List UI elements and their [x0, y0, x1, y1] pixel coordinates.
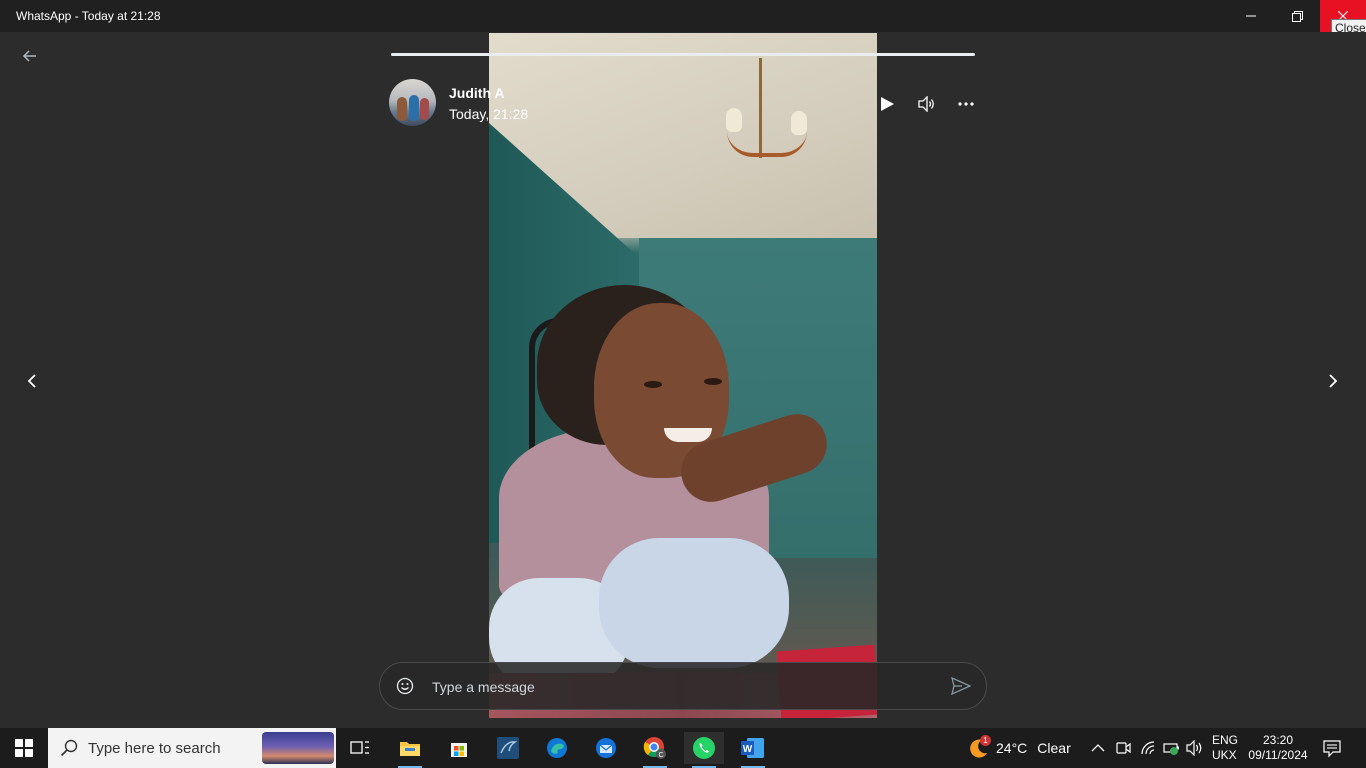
volume-tray-button[interactable] [1186, 740, 1202, 756]
show-hidden-icons-button[interactable] [1090, 740, 1106, 756]
status-photo [489, 33, 877, 718]
weather-condition: Clear [1037, 740, 1071, 756]
clock-date: 09/11/2024 [1248, 748, 1308, 762]
speaker-icon [1186, 740, 1202, 756]
taskbar-clock[interactable]: 23:20 09/11/2024 [1247, 733, 1309, 763]
smiley-icon [396, 677, 414, 695]
volume-button[interactable] [916, 93, 938, 115]
search-placeholder: Type here to search [88, 740, 221, 757]
camera-icon [1116, 742, 1131, 754]
word-button[interactable]: W [733, 732, 773, 768]
meet-now-button[interactable] [1115, 740, 1131, 756]
restore-button[interactable] [1274, 0, 1320, 32]
reply-message-input[interactable] [430, 673, 934, 701]
svg-text:C: C [658, 752, 663, 759]
word-icon: W [741, 738, 764, 758]
restore-icon [1291, 10, 1303, 22]
search-icon [60, 739, 78, 757]
chevron-up-icon [1091, 744, 1105, 752]
dolphin-icon [497, 737, 519, 759]
file-explorer-button[interactable] [390, 732, 430, 768]
keyboard-layout: UKX [1212, 748, 1237, 762]
volume-icon [918, 96, 934, 112]
play-icon [881, 97, 894, 111]
edge-icon [547, 738, 567, 758]
arrow-left-icon [22, 50, 36, 62]
taskbar-search-box[interactable]: Type here to search [48, 728, 336, 768]
next-status-button[interactable] [1323, 370, 1343, 392]
chrome-icon: C [643, 737, 666, 759]
network-button[interactable] [1140, 740, 1156, 756]
title-bar: WhatsApp - Today at 21:28 [0, 0, 1366, 32]
more-options-button[interactable] [955, 93, 977, 115]
previous-status-button[interactable] [22, 370, 42, 392]
battery-button[interactable] [1163, 740, 1179, 756]
whatsapp-button[interactable] [684, 732, 724, 768]
chevron-left-icon [27, 374, 36, 388]
chrome-button[interactable]: C [635, 732, 675, 768]
svg-text:W: W [743, 744, 753, 755]
chevron-right-icon [1329, 374, 1338, 388]
back-button[interactable] [20, 46, 40, 66]
clock-time: 23:20 [1262, 733, 1294, 747]
windows-logo-icon [15, 739, 33, 757]
reply-bar [379, 662, 987, 710]
thunderbird-button[interactable] [586, 732, 626, 764]
status-timestamp: Today, 21:28 [449, 106, 529, 122]
notification-center-icon [1323, 740, 1341, 758]
weather-temperature: 24°C [996, 740, 1028, 756]
minimize-icon [1246, 15, 1256, 17]
taskbar: Type here to search C W 1 24°C Clear ENG… [0, 728, 1366, 768]
status-viewer: Judith A Today, 21:28 [0, 32, 1366, 728]
minimize-button[interactable] [1228, 0, 1274, 32]
weather-widget[interactable]: 1 24°C Clear [966, 735, 1071, 758]
more-dots-icon [958, 102, 974, 106]
whatsapp-icon [693, 737, 715, 759]
mysql-workbench-button[interactable] [488, 732, 528, 764]
weather-badge: 1 [980, 735, 991, 746]
folder-icon [400, 742, 420, 756]
status-progress-bar [391, 53, 975, 56]
send-button[interactable] [951, 676, 972, 696]
language-code: ENG [1212, 733, 1239, 747]
thunderbird-icon [596, 738, 616, 758]
microsoft-store-button[interactable] [439, 732, 479, 764]
edge-button[interactable] [537, 732, 577, 764]
avatar[interactable] [389, 79, 436, 126]
status-progress-fill [391, 53, 975, 56]
send-icon [951, 676, 972, 696]
window-title: WhatsApp - Today at 21:28 [16, 9, 161, 23]
wifi-icon [1141, 741, 1155, 755]
battery-charging-icon [1163, 743, 1179, 755]
language-indicator[interactable]: ENG UKX [1212, 733, 1238, 763]
emoji-button[interactable] [396, 677, 414, 695]
search-highlight-image[interactable] [262, 732, 334, 764]
start-button[interactable] [0, 728, 48, 768]
notifications-button[interactable] [1322, 738, 1342, 758]
contact-name[interactable]: Judith A [449, 85, 504, 101]
task-view-button[interactable] [340, 732, 380, 764]
store-icon [451, 743, 467, 757]
play-button[interactable] [876, 93, 898, 115]
task-view-icon [350, 741, 369, 754]
